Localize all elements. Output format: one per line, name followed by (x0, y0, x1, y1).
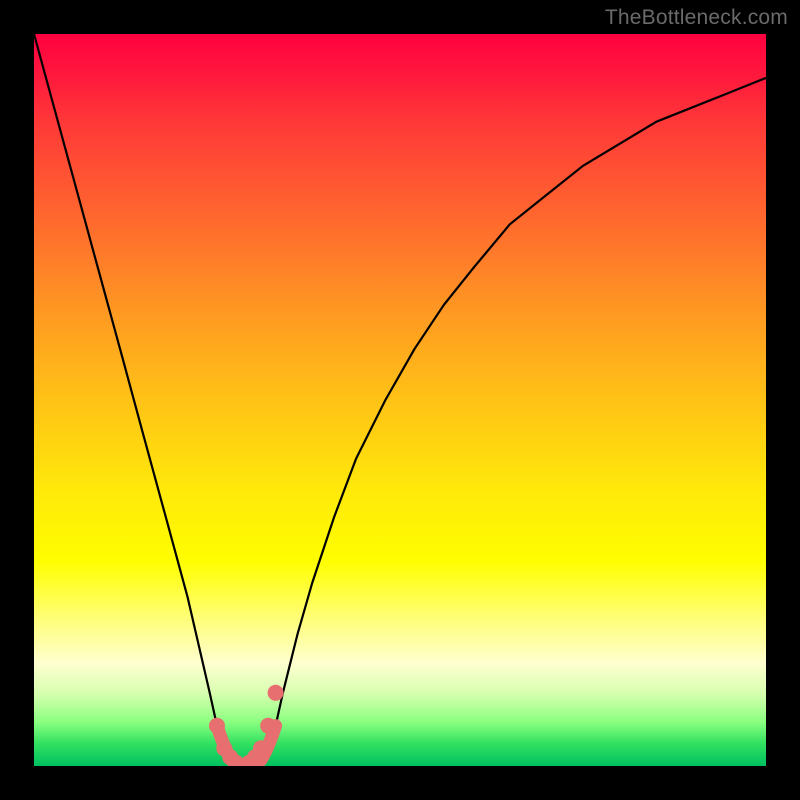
highlight-dot (209, 718, 225, 734)
chart-frame: TheBottleneck.com (0, 0, 800, 800)
highlight-dot (268, 685, 284, 701)
curve-layer (34, 34, 766, 766)
highlight-dot (253, 740, 269, 756)
plot-area (34, 34, 766, 766)
watermark-text: TheBottleneck.com (605, 6, 788, 30)
highlight-dot (260, 718, 276, 734)
bottleneck-curve (34, 34, 766, 766)
